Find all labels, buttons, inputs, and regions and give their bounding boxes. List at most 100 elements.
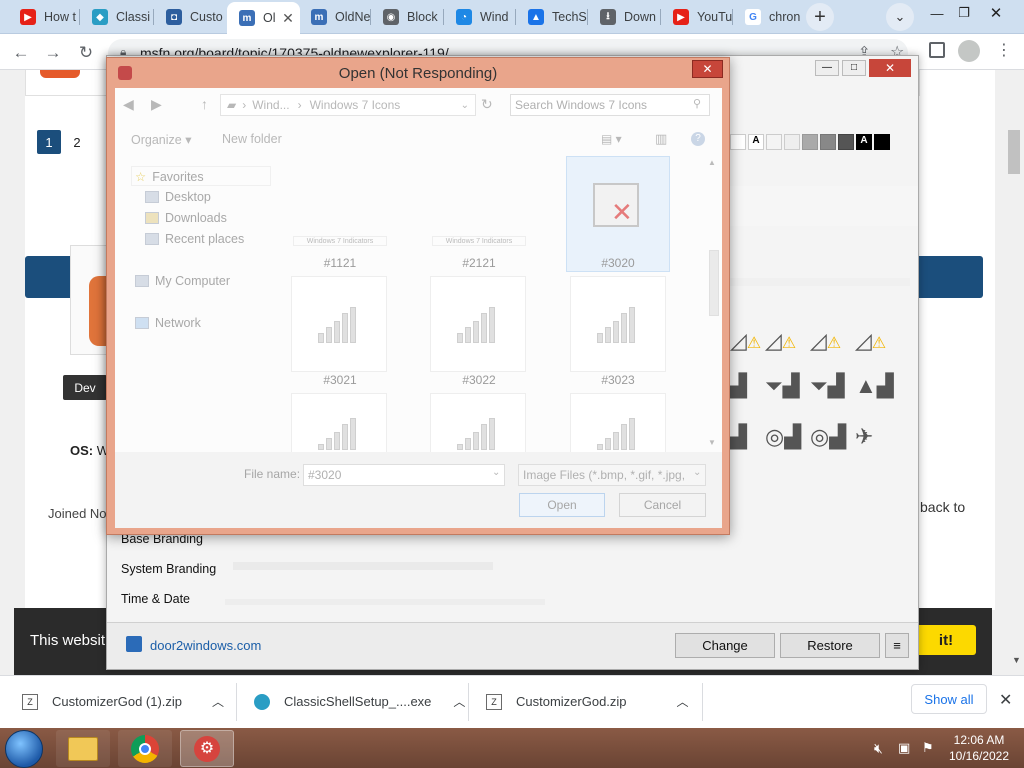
side-panel-icon[interactable] bbox=[929, 42, 945, 58]
chevron-up-icon[interactable]: ︿ bbox=[453, 693, 465, 710]
preview-pane-icon[interactable]: ▥ bbox=[655, 131, 667, 147]
forward-arrow-icon[interactable]: → bbox=[42, 42, 64, 64]
more-menu-icon[interactable]: ⋮ bbox=[996, 40, 1012, 60]
tab-8[interactable]: ⭳ Down bbox=[588, 3, 661, 31]
chevron-up-icon[interactable]: ︿ bbox=[677, 693, 689, 710]
site-link[interactable]: door2windows.com bbox=[150, 638, 261, 653]
dialog-close-icon[interactable]: ✕ bbox=[692, 60, 723, 78]
thumb-3022-image[interactable] bbox=[430, 276, 526, 372]
thumb-image[interactable] bbox=[570, 393, 666, 453]
download-item[interactable]: ClassicShellSetup_....exe ︿ bbox=[254, 675, 465, 728]
scroll-down-icon[interactable]: ▼ bbox=[1012, 655, 1021, 665]
cg-minimize-icon[interactable]: — bbox=[815, 60, 839, 76]
download-item[interactable]: Z CustomizerGod (1).zip ︿ bbox=[22, 675, 224, 728]
signal-filter-icon[interactable]: ⏷▟ bbox=[810, 373, 846, 403]
signal-bars-icon[interactable]: ▟ bbox=[730, 373, 766, 403]
file-scrollbar[interactable]: ▲ ▼ bbox=[708, 158, 720, 448]
change-button[interactable]: Change bbox=[675, 633, 775, 658]
tab-close-icon[interactable]: ✕ bbox=[282, 10, 294, 27]
nav-favorites[interactable]: ☆ Favorites bbox=[135, 169, 204, 185]
search-icon[interactable]: ⚲ bbox=[693, 97, 701, 110]
thumb-image[interactable] bbox=[291, 393, 387, 453]
back-icon[interactable]: ◀ bbox=[123, 96, 134, 113]
search-input[interactable]: Search Windows 7 Icons bbox=[510, 94, 710, 116]
tab-3[interactable]: m Ol ✕ bbox=[227, 2, 300, 34]
profile-avatar[interactable] bbox=[958, 40, 980, 62]
tab-7[interactable]: ▲ TechS bbox=[516, 3, 589, 31]
cg-close-icon[interactable]: ✕ bbox=[869, 59, 911, 77]
signal-bars-icon[interactable]: ▟ bbox=[730, 424, 766, 454]
help-icon[interactable]: ? bbox=[691, 132, 705, 146]
tab-2[interactable]: ◘ Custo bbox=[154, 3, 227, 31]
nav-downloads[interactable]: Downloads bbox=[145, 211, 227, 225]
nav-system-branding[interactable]: System Branding bbox=[121, 562, 216, 576]
cg-maximize-icon[interactable]: □ bbox=[842, 60, 866, 76]
nav-my-computer[interactable]: My Computer bbox=[135, 274, 230, 288]
organize-button[interactable]: Organize ▾ bbox=[131, 132, 191, 147]
restore-icon[interactable]: ❐ bbox=[952, 4, 976, 22]
breadcrumb-item[interactable]: Windows 7 Icons bbox=[310, 98, 401, 112]
close-downloads-icon[interactable]: ✕ bbox=[999, 690, 1012, 710]
thumb-3020-selected[interactable]: ✕ bbox=[566, 156, 670, 272]
action-center-icon[interactable]: ⚑ bbox=[922, 740, 934, 756]
thumb-2121-image[interactable]: Windows 7 Indicators bbox=[432, 236, 526, 246]
taskbar-clock[interactable]: 12:06 AM 10/16/2022 bbox=[944, 732, 1014, 764]
chevron-up-icon[interactable]: ︿ bbox=[212, 693, 224, 710]
file-type-select[interactable]: Image Files (*.bmp, *.gif, *.jpg, bbox=[518, 464, 706, 486]
signal-warning-icon[interactable]: ◿⚠ bbox=[765, 328, 801, 358]
more-options-icon[interactable]: ••• bbox=[936, 200, 953, 218]
view-options-icon[interactable]: ▤ ▾ bbox=[601, 132, 622, 146]
breadcrumb[interactable]: ▰ › Wind... › Windows 7 Icons ⌄ bbox=[220, 94, 476, 116]
chevron-down-icon[interactable]: ⌄ bbox=[693, 467, 701, 478]
back-arrow-icon[interactable]: ← bbox=[10, 42, 32, 64]
refresh-icon[interactable]: ↻ bbox=[481, 96, 493, 113]
signal-globe-icon[interactable]: ◎▟ bbox=[765, 424, 801, 454]
chevron-down-icon[interactable]: ⌄ bbox=[492, 467, 500, 478]
forward-icon[interactable]: ▶ bbox=[151, 96, 162, 113]
file-name-input[interactable]: #3020 bbox=[303, 464, 505, 486]
tab-5[interactable]: ◉ Block bbox=[371, 3, 444, 31]
airplane-icon[interactable]: ✈ bbox=[855, 424, 891, 454]
breadcrumb-item[interactable]: Wind... bbox=[252, 98, 289, 112]
chrome-taskbar-button[interactable] bbox=[118, 730, 172, 767]
open-button[interactable]: Open bbox=[519, 493, 605, 517]
network-tray-icon[interactable]: ▣ bbox=[898, 740, 910, 756]
signal-globe-icon[interactable]: ◎▟ bbox=[810, 424, 846, 454]
volume-muted-icon[interactable]: 🔇︎ bbox=[874, 740, 883, 757]
signal-warning-icon[interactable]: ◿⚠ bbox=[855, 328, 891, 358]
customizer-taskbar-button[interactable]: ⚙ bbox=[180, 730, 234, 767]
signal-warning-icon[interactable]: ◿⚠ bbox=[810, 328, 846, 358]
thumb-image[interactable] bbox=[430, 393, 526, 453]
page-2-button[interactable]: 2 bbox=[65, 130, 89, 154]
page-scrollbar[interactable] bbox=[1008, 130, 1020, 174]
new-tab-button[interactable]: + bbox=[806, 3, 834, 31]
thumb-3021-image[interactable] bbox=[291, 276, 387, 372]
close-icon[interactable]: ✕ bbox=[984, 4, 1008, 22]
tab-4[interactable]: m OldNe bbox=[299, 3, 372, 31]
minimize-icon[interactable]: — bbox=[925, 4, 949, 22]
signal-warning-icon[interactable]: ◿⚠ bbox=[730, 328, 766, 358]
cancel-button[interactable]: Cancel bbox=[619, 493, 706, 517]
thumb-3023-image[interactable] bbox=[570, 276, 666, 372]
tab-search-button[interactable]: ⌄ bbox=[886, 3, 914, 31]
tab-1[interactable]: ◆ Classi bbox=[80, 3, 153, 31]
tab-6[interactable]: ◔ Wind bbox=[444, 3, 517, 31]
tab-9[interactable]: ▶ YouTu bbox=[661, 3, 734, 31]
new-folder-button[interactable]: New folder bbox=[222, 132, 282, 146]
got-it-button[interactable]: it! bbox=[916, 625, 976, 655]
thumb-1121-image[interactable]: Windows 7 Indicators bbox=[293, 236, 387, 246]
restore-button[interactable]: Restore bbox=[780, 633, 880, 658]
signal-filter-icon[interactable]: ⏷▟ bbox=[765, 373, 801, 403]
signal-up-icon[interactable]: ▲▟ bbox=[855, 373, 894, 403]
page-1-button[interactable]: 1 bbox=[37, 130, 61, 154]
tab-0[interactable]: ▶ How t bbox=[8, 3, 81, 31]
nav-desktop[interactable]: Desktop bbox=[145, 190, 211, 204]
explorer-taskbar-button[interactable] bbox=[56, 730, 110, 767]
tab-10[interactable]: Gchron bbox=[733, 3, 806, 31]
up-arrow-icon[interactable]: ↑ bbox=[201, 96, 208, 112]
start-button[interactable] bbox=[5, 730, 43, 768]
nav-recent-places[interactable]: Recent places bbox=[145, 232, 244, 246]
reload-icon[interactable]: ↻ bbox=[75, 42, 97, 64]
menu-button[interactable]: ≡ bbox=[885, 633, 909, 658]
back-to-link[interactable]: back to bbox=[920, 499, 965, 515]
